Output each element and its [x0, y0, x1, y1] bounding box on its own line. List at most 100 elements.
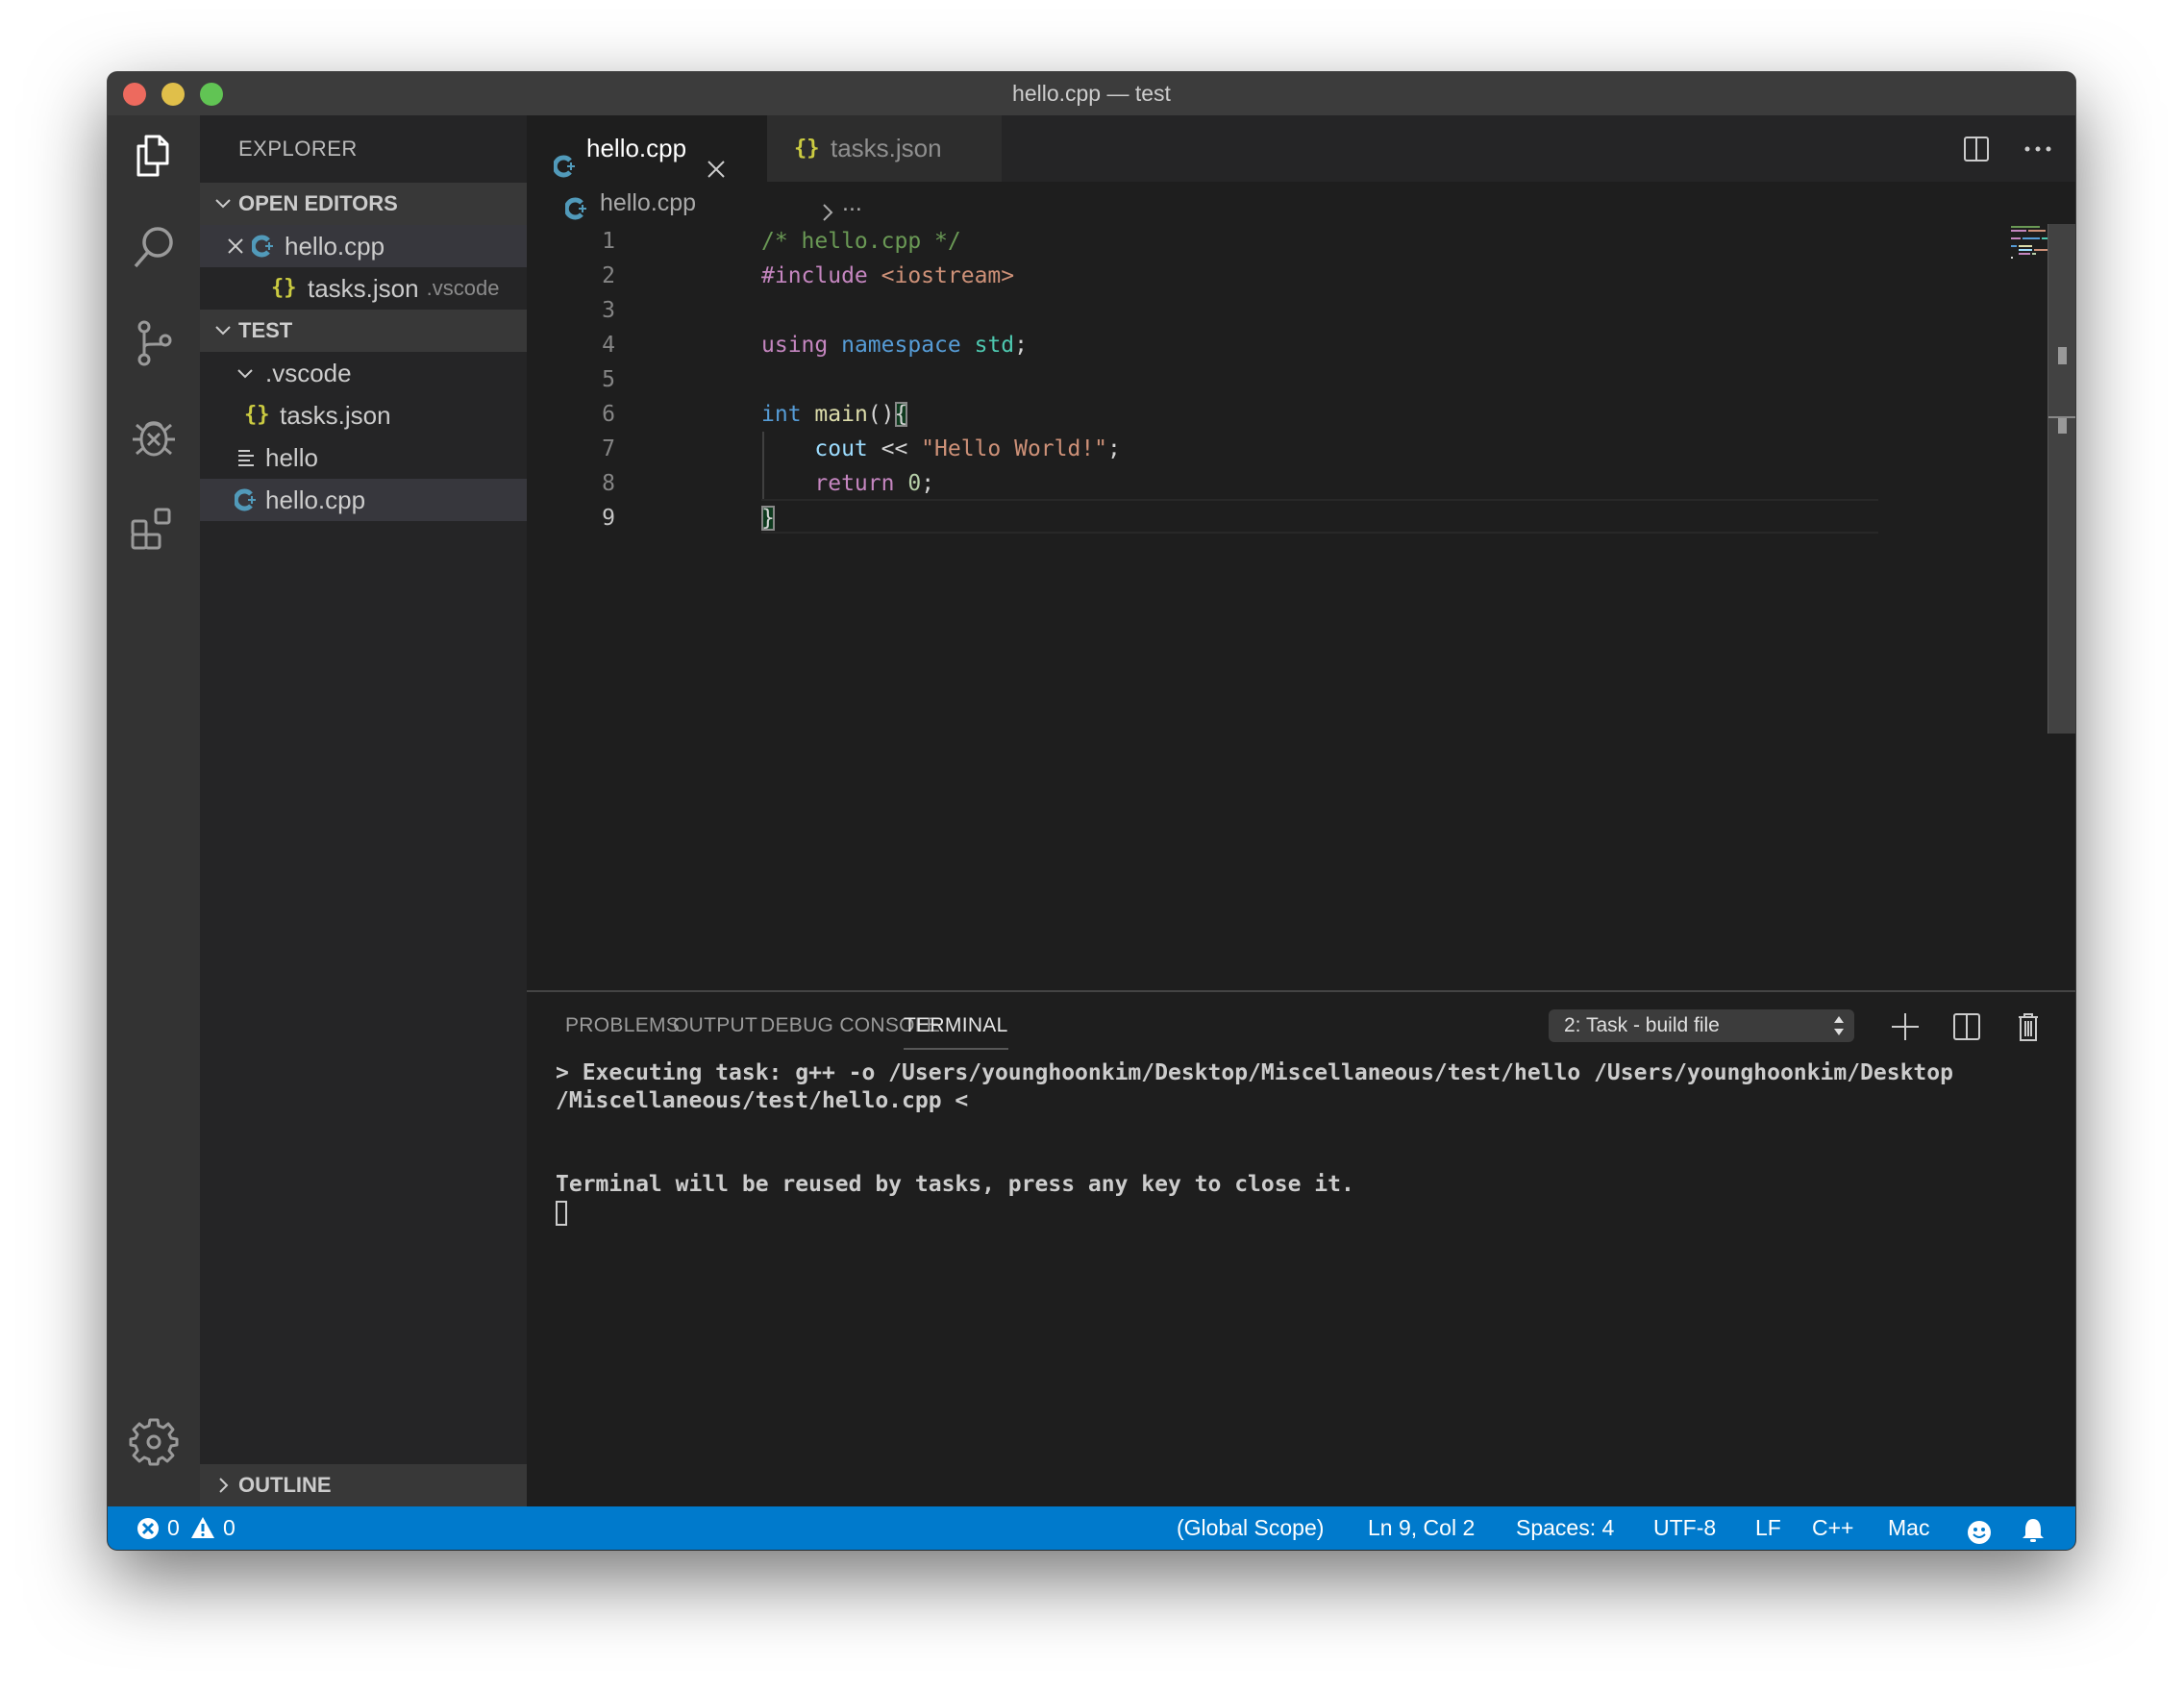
line-content: return 0;: [761, 466, 934, 501]
json-file-icon: {}: [244, 403, 270, 427]
activity-source-control[interactable]: [127, 317, 181, 371]
terminal-line: > Executing task: g++ -o /Users/younghoo…: [556, 1060, 1953, 1085]
matched-bracket: {: [894, 402, 908, 427]
tab-tasks-json[interactable]: {} tasks.json: [767, 115, 1002, 182]
scope-status[interactable]: (Global Scope): [1177, 1506, 1324, 1550]
line-content: int main(){: [761, 397, 908, 432]
open-editor-folder: .vscode: [426, 276, 500, 300]
code-line[interactable]: 8 return 0;: [527, 466, 2075, 501]
code-token: ;: [1107, 436, 1121, 461]
activity-extensions[interactable]: [127, 504, 181, 558]
code-line[interactable]: 5: [527, 362, 2075, 397]
terminal-selector[interactable]: 2: Task - build file: [1549, 1009, 1854, 1042]
editor-scrollbar[interactable]: [2048, 224, 2075, 734]
code-line[interactable]: 3: [527, 293, 2075, 328]
bell-icon: [2023, 1519, 2044, 1542]
vscode-window: hello.cpp — test EXPLORER OPEN EDITORS h…: [108, 72, 2075, 1550]
manage-button[interactable]: [127, 1414, 181, 1468]
feedback-button[interactable]: [1967, 1516, 1992, 1550]
tree-item-file-selected[interactable]: hello.cpp: [200, 479, 527, 521]
code-token: /* hello.cpp */: [761, 229, 961, 254]
json-file-icon: {}: [794, 137, 820, 161]
line-number: 3: [602, 298, 615, 323]
open-editor-item[interactable]: {} tasks.json .vscode: [200, 267, 527, 310]
tree-item-file[interactable]: hello: [200, 436, 527, 479]
code-token: std: [974, 333, 1015, 358]
line-content: cout << "Hello World!";: [761, 432, 1121, 466]
open-editors-label: OPEN EDITORS: [238, 191, 398, 215]
activity-search[interactable]: [127, 221, 181, 275]
open-editor-label: tasks.json .vscode: [308, 267, 499, 310]
line-number: 1: [602, 229, 615, 254]
error-icon: [137, 1518, 159, 1539]
maximize-panel-button[interactable]: [2072, 1009, 2075, 1044]
code-token: ;: [1014, 333, 1028, 358]
cpp-file-icon: [252, 225, 275, 267]
editor-tabs: hello.cpp {} tasks.json: [527, 115, 2075, 182]
eol-status[interactable]: LF: [1755, 1506, 1781, 1550]
activity-explorer[interactable]: [127, 129, 181, 183]
tab-hello-cpp[interactable]: hello.cpp: [527, 115, 767, 182]
source-control-icon: [137, 320, 172, 366]
open-editors-header[interactable]: OPEN EDITORS: [200, 183, 527, 225]
bottom-panel: PROBLEMS OUTPUT DEBUG CONSOLE TERMINAL 2…: [527, 990, 2075, 1506]
tree-item-file[interactable]: {} tasks.json: [200, 394, 527, 436]
split-editor-button[interactable]: [1962, 135, 1991, 163]
tab-label: hello.cpp: [586, 134, 687, 162]
line-number: 7: [602, 436, 615, 461]
open-editor-name: hello.cpp: [285, 232, 385, 261]
trash-icon: [2019, 1013, 2038, 1041]
tree-item-label: hello.cpp: [265, 485, 366, 514]
code-editor[interactable]: 1 /* hello.cpp */ 2 #include <iostream> 3 4 us…: [527, 224, 2075, 990]
code-line[interactable]: 9}: [527, 501, 2075, 535]
chevron-down-icon: [215, 199, 231, 209]
more-actions-button[interactable]: [2022, 135, 2054, 163]
code-line[interactable]: 2 #include <iostream>: [527, 259, 2075, 293]
code-line[interactable]: 4 using namespace std;: [527, 328, 2075, 362]
cursor-position-status[interactable]: Ln 9, Col 2: [1368, 1506, 1475, 1550]
panel-tab-terminal[interactable]: TERMINAL: [904, 992, 1008, 1059]
tree-item-folder[interactable]: .vscode: [200, 352, 527, 394]
folder-header-test[interactable]: TEST: [200, 310, 527, 352]
code-line[interactable]: 7 cout << "Hello World!";: [527, 432, 2075, 466]
new-terminal-button[interactable]: [1888, 1009, 1923, 1044]
notifications-button[interactable]: [2021, 1515, 2046, 1550]
terminal-output[interactable]: > Executing task: g++ -o /Users/younghoo…: [556, 1059, 2056, 1227]
warning-count: 0: [223, 1515, 236, 1540]
code-token: <<: [867, 436, 922, 461]
select-arrows-icon: [1834, 1016, 1844, 1035]
language-status[interactable]: C++: [1812, 1506, 1853, 1550]
tree-item-label: .vscode: [265, 359, 352, 387]
outline-header[interactable]: OUTLINE: [200, 1464, 527, 1506]
line-number: 2: [602, 263, 615, 288]
encoding-status[interactable]: UTF-8: [1653, 1506, 1716, 1550]
activity-debug[interactable]: [127, 411, 181, 465]
code-token: <iostream>: [881, 263, 1015, 288]
code-line[interactable]: 6 int main(){: [527, 397, 2075, 432]
split-terminal-button[interactable]: [1949, 1009, 1984, 1044]
extensions-icon: [131, 508, 171, 550]
code-token: return: [814, 471, 895, 496]
close-editor-icon[interactable]: [225, 225, 246, 267]
breadcrumb-file[interactable]: hello.cpp: [600, 182, 696, 224]
platform-status[interactable]: Mac: [1888, 1506, 1929, 1550]
breadcrumb-symbols[interactable]: ...: [842, 182, 862, 224]
ellipsis-icon: [2024, 146, 2051, 152]
code-line[interactable]: 1 /* hello.cpp */: [527, 224, 2075, 259]
tree-item-label: tasks.json: [280, 401, 391, 430]
panel-tab-output[interactable]: OUTPUT: [673, 992, 757, 1059]
indentation-status[interactable]: Spaces: 4: [1516, 1506, 1614, 1550]
panel-tab-problems[interactable]: PROBLEMS: [565, 992, 680, 1059]
plus-icon: [1892, 1013, 1919, 1040]
open-editor-item[interactable]: hello.cpp: [200, 225, 527, 267]
kill-terminal-button[interactable]: [2011, 1009, 2046, 1044]
line-content: #include <iostream>: [761, 259, 1014, 293]
editor-group: hello.cpp {} tasks.json hello.cpp ... 1 …: [527, 115, 2075, 990]
line-number: 9: [602, 506, 615, 531]
